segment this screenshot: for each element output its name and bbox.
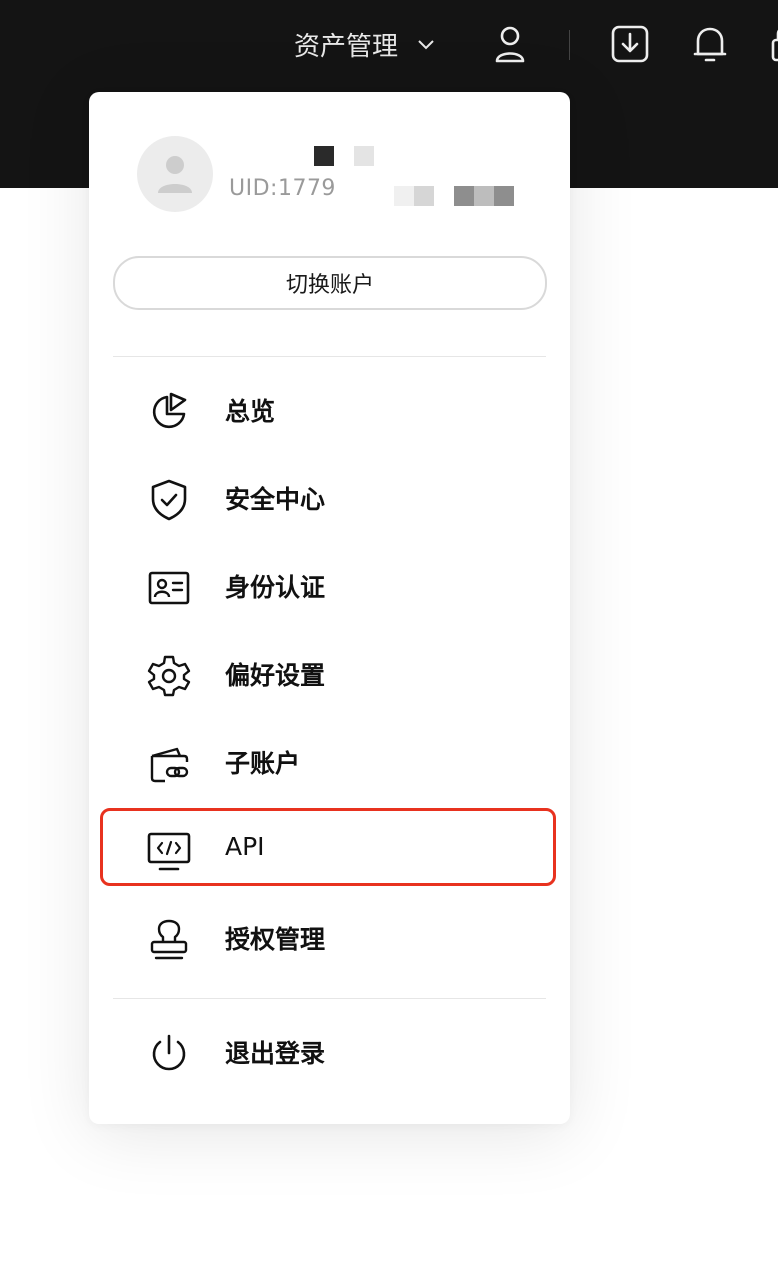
avatar: [137, 136, 213, 212]
menu-item-authorization-management[interactable]: 授权管理: [101, 900, 558, 972]
divider: [113, 356, 546, 357]
pie-chart-icon: [145, 388, 193, 436]
menu-item-api[interactable]: API: [101, 812, 558, 884]
id-card-icon: [145, 564, 193, 612]
chevron-down-icon: [416, 37, 436, 51]
menu-item-label: 总览: [225, 397, 276, 426]
menu-item-label: 安全中心: [225, 485, 326, 514]
divider: [113, 998, 546, 999]
logout-button[interactable]: 退出登录: [101, 1014, 558, 1086]
download-icon[interactable]: [610, 22, 650, 66]
account-dropdown-panel: UID:1779 切换账户 总览 安全中心 身份认证 偏好设置 子账户 API …: [89, 92, 570, 1124]
shield-check-icon: [145, 476, 193, 524]
menu-item-security-center[interactable]: 安全中心: [101, 460, 558, 532]
menu-item-identity-verification[interactable]: 身份认证: [101, 548, 558, 620]
lock-icon[interactable]: [766, 22, 778, 66]
gear-icon: [145, 652, 193, 700]
user-icon[interactable]: [490, 22, 530, 66]
power-icon: [145, 1030, 193, 1078]
switch-account-button[interactable]: 切换账户: [113, 256, 547, 310]
stamp-icon: [145, 916, 193, 964]
menu-item-preferences[interactable]: 偏好设置: [101, 636, 558, 708]
menu-item-label: 授权管理: [225, 925, 326, 954]
wallet-link-icon: [145, 740, 193, 788]
asset-management-menu[interactable]: 资产管理: [294, 24, 436, 64]
menu-item-overview[interactable]: 总览: [101, 372, 558, 444]
topbar-divider: [569, 30, 570, 60]
logout-label: 退出登录: [225, 1039, 326, 1068]
menu-item-sub-accounts[interactable]: 子账户: [101, 724, 558, 796]
user-silhouette-icon: [158, 156, 192, 193]
menu-item-label: 偏好设置: [225, 661, 326, 690]
menu-item-label: 身份认证: [225, 573, 326, 602]
menu-item-label: 子账户: [225, 749, 301, 778]
api-monitor-icon: [145, 828, 193, 876]
bell-icon[interactable]: [690, 22, 730, 66]
menu-item-label: API: [225, 832, 265, 861]
asset-management-label: 资产管理: [294, 31, 399, 62]
uid-label: UID:1779: [229, 176, 336, 201]
